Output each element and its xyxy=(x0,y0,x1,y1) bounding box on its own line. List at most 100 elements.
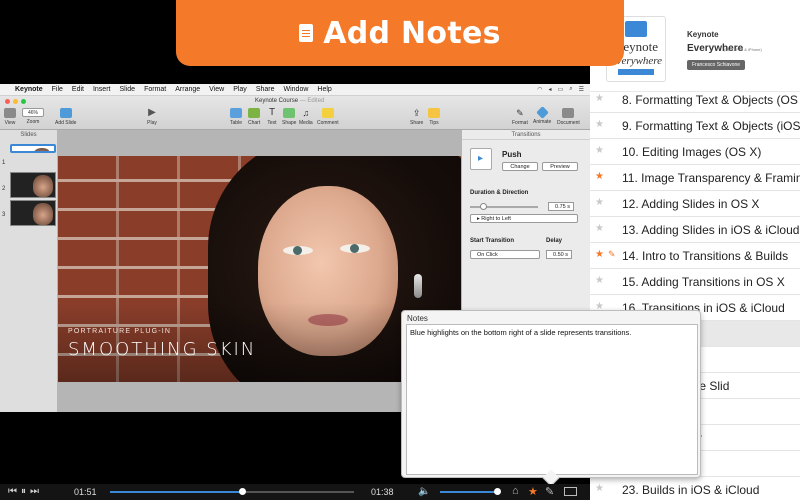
menu-share[interactable]: Share xyxy=(256,86,275,93)
direction-select[interactable]: ▸ Right to Left xyxy=(470,214,578,223)
animate-button[interactable]: Animate xyxy=(533,106,551,125)
star-icon[interactable]: ★ xyxy=(595,249,604,260)
lesson-label: 15. Adding Transitions in OS X xyxy=(622,275,785,289)
push-transition-icon[interactable] xyxy=(470,148,492,170)
elapsed-time: 01:51 xyxy=(74,487,97,497)
slide-thumb-1[interactable] xyxy=(10,144,56,153)
lesson-item[interactable]: ★ 9. Formatting Text & Objects (iOS & xyxy=(590,113,800,139)
progress-fill xyxy=(110,491,242,493)
speaker-icon[interactable]: 🔈 xyxy=(418,486,430,497)
star-icon[interactable]: ★ xyxy=(595,223,604,234)
view-button[interactable]: View xyxy=(4,108,16,126)
star-icon[interactable]: ★ xyxy=(595,145,604,156)
star-icon[interactable]: ★ xyxy=(595,483,604,494)
notes-textarea[interactable]: Blue highlights on the bottom right of a… xyxy=(406,324,698,475)
close-icon[interactable] xyxy=(5,99,10,104)
edit-note-icon[interactable]: ✎ xyxy=(545,485,554,498)
star-icon[interactable]: ★ xyxy=(595,119,604,130)
minimize-icon[interactable] xyxy=(13,99,18,104)
progress-scrubber[interactable] xyxy=(110,488,354,495)
fullscreen-icon[interactable] xyxy=(564,487,577,496)
menu-file[interactable]: File xyxy=(52,86,63,93)
tips-button[interactable]: Tips xyxy=(428,108,440,126)
start-transition-select[interactable]: On Click xyxy=(470,250,540,259)
earring xyxy=(414,274,422,298)
lesson-label: 23. Builds in iOS & iCloud xyxy=(622,483,760,497)
zoom-select[interactable]: 46% Zoom xyxy=(22,108,44,125)
zoom-window-icon[interactable] xyxy=(21,99,26,104)
share-button[interactable]: ⇪ Share xyxy=(410,108,423,126)
lesson-label: 9. Formatting Text & Objects (iOS & xyxy=(622,119,800,133)
lesson-label: 12. Adding Slides in OS X xyxy=(622,197,760,211)
slider-knob[interactable] xyxy=(480,203,487,210)
text-button[interactable]: T Text xyxy=(266,107,278,127)
play-icon: ▶ xyxy=(148,107,156,118)
scrubber-knob[interactable] xyxy=(238,488,246,495)
menu-slide[interactable]: Slide xyxy=(119,86,135,93)
star-icon[interactable]: ★ xyxy=(595,93,604,104)
status-icons: ◠ ◂ ▭ ⌕ ☰ xyxy=(537,86,590,93)
rewind-icon[interactable]: ⏮ xyxy=(8,486,17,497)
lesson-item[interactable]: ★ 8. Formatting Text & Objects (OS X xyxy=(590,87,800,113)
document-title: Keynote Course — Edited xyxy=(255,98,325,104)
home-icon[interactable]: ⌂ xyxy=(512,485,519,497)
table-icon xyxy=(230,108,242,118)
share-icon: ⇪ xyxy=(412,108,421,118)
menu-arrange[interactable]: Arrange xyxy=(175,86,200,93)
menu-edit[interactable]: Edit xyxy=(72,86,84,93)
duration-field[interactable]: 0.75 s xyxy=(548,202,574,211)
menu-keynote[interactable]: Keynote xyxy=(15,86,43,93)
volume-knob[interactable] xyxy=(494,488,501,495)
table-button[interactable]: Table xyxy=(230,108,242,126)
remaining-time: 01:38 xyxy=(371,487,394,497)
play-button[interactable]: ▶ Play xyxy=(146,107,158,127)
lesson-item[interactable]: ★ ✎ 14. Intro to Transitions & Builds xyxy=(590,243,800,269)
star-icon[interactable]: ★ xyxy=(595,171,604,182)
menu-view[interactable]: View xyxy=(209,86,224,93)
lesson-item[interactable]: ★ 23. Builds in iOS & iCloud xyxy=(590,477,800,500)
eye xyxy=(283,246,313,255)
document-button[interactable]: Document xyxy=(557,108,580,126)
menu-play[interactable]: Play xyxy=(233,86,247,93)
star-icon[interactable]: ★ xyxy=(595,275,604,286)
comment-icon xyxy=(321,108,334,118)
menu-window[interactable]: Window xyxy=(284,86,309,93)
lesson-item[interactable]: ★ 15. Adding Transitions in OS X xyxy=(590,269,800,295)
thumb-bar xyxy=(618,69,654,75)
note-icon: ✎ xyxy=(608,249,616,259)
forward-icon[interactable]: ⏭ xyxy=(30,486,39,497)
menu-format[interactable]: Format xyxy=(144,86,166,93)
comment-button[interactable]: Comment xyxy=(317,108,339,126)
add-slide-icon xyxy=(59,108,72,118)
start-transition-label: Start Transition xyxy=(470,238,515,244)
pause-icon[interactable]: ⏸ xyxy=(21,486,26,497)
slide-number: 1 xyxy=(2,160,6,166)
format-button[interactable]: ✎ Format xyxy=(512,108,528,126)
preview-button[interactable]: Preview xyxy=(542,162,578,171)
tips-icon xyxy=(428,108,440,118)
shape-button[interactable]: Shape xyxy=(282,108,296,126)
change-button[interactable]: Change xyxy=(502,162,538,171)
media-button[interactable]: ♫ Media xyxy=(299,108,313,126)
lesson-item[interactable]: ★ 10. Editing Images (OS X) xyxy=(590,139,800,165)
add-slide-button[interactable]: Add Slide xyxy=(55,108,76,126)
duration-slider[interactable] xyxy=(470,203,538,210)
star-icon[interactable]: ★ xyxy=(595,197,604,208)
slide-thumb-2[interactable] xyxy=(10,172,56,198)
chart-icon xyxy=(248,108,261,118)
lesson-item[interactable]: ★ 13. Adding Slides in iOS & iCloud xyxy=(590,217,800,243)
text-icon: T xyxy=(268,107,276,118)
delay-field[interactable]: 0.50 s xyxy=(546,250,572,259)
lesson-item[interactable]: ★ 12. Adding Slides in OS X xyxy=(590,191,800,217)
chart-button[interactable]: Chart xyxy=(248,108,260,126)
video-player-controls: ⏮ ⏸ ⏭ 01:51 01:38 🔈 ⌂ ★ ✎ xyxy=(0,484,590,500)
paintbrush-icon: ✎ xyxy=(516,108,524,118)
keynote-toolbar: Keynote Course — Edited View 46% Zoom Add… xyxy=(0,96,590,130)
slide-thumb-3[interactable] xyxy=(10,200,56,226)
lesson-item[interactable]: ★ 11. Image Transparency & Framing xyxy=(590,165,800,191)
menu-insert[interactable]: Insert xyxy=(93,86,111,93)
favorite-star-icon[interactable]: ★ xyxy=(528,485,538,498)
volume-slider[interactable] xyxy=(440,488,501,495)
author-badge[interactable]: Francesco Schiavone xyxy=(687,60,746,70)
menu-help[interactable]: Help xyxy=(317,86,331,93)
